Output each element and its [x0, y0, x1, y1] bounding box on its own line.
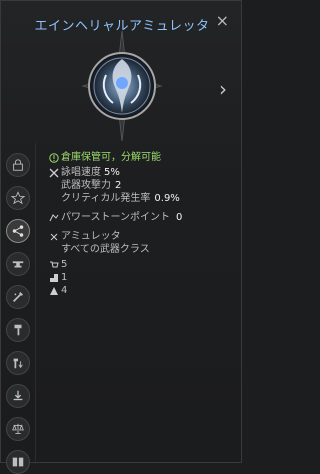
share-icon[interactable] — [6, 219, 30, 243]
next-arrow-icon[interactable]: › — [219, 77, 227, 101]
stack-icon — [49, 273, 59, 283]
value-2: 1 — [61, 272, 68, 283]
weight-icon — [49, 286, 59, 296]
hammer-icon[interactable] — [6, 318, 30, 342]
book-icon[interactable] — [6, 450, 30, 474]
close-button[interactable]: × — [216, 11, 229, 30]
sidebar — [1, 143, 36, 474]
value-1: 5 — [61, 259, 68, 270]
storage-info: 倉庫保管可，分解可能 — [49, 151, 234, 164]
cart-icon — [49, 260, 59, 270]
download-icon[interactable] — [6, 384, 30, 408]
weapon-attack-label: 武器攻撃力 — [61, 180, 111, 191]
value-row-1: 5 — [49, 258, 234, 271]
crit-value: 0.9% — [154, 193, 180, 204]
class-line: すべての武器クラス — [61, 244, 150, 255]
stats-icon — [49, 168, 59, 178]
weapon-attack-row: 武器攻撃力 2 — [61, 179, 234, 192]
powerstone-icon — [49, 213, 59, 223]
upgrade-hammer-icon[interactable] — [6, 351, 30, 375]
lock-icon[interactable] — [6, 153, 30, 177]
value-row-2: 1 — [49, 271, 234, 284]
item-type-row: アミュレッタ — [49, 230, 234, 243]
storage-text: 倉庫保管可，分解可能 — [61, 152, 161, 163]
powerstone-label: パワーストーンポイント — [61, 212, 170, 223]
star-icon[interactable] — [6, 186, 30, 210]
cast-speed-value: 5% — [104, 167, 120, 178]
value-3: 4 — [61, 285, 68, 296]
class-row: すべての武器クラス — [61, 243, 234, 256]
cast-speed-row: 詠唱速度 5% — [49, 166, 234, 179]
anvil-icon[interactable] — [6, 252, 30, 276]
weapon-attack-value: 2 — [115, 180, 122, 191]
value-row-3: 4 — [49, 284, 234, 297]
info-icon — [49, 152, 59, 163]
scale-icon[interactable] — [6, 417, 30, 441]
item-tooltip-window: エインヘリャルアミュレッタ × › 倉庫保管可，分解可能 詠唱速度 5% 武器攻… — [0, 0, 242, 474]
enchant-icon[interactable] — [6, 285, 30, 309]
item-type: アミュレッタ — [61, 231, 121, 242]
powerstone-row: パワーストーンポイント 0 — [49, 211, 234, 224]
crit-label: クリティカル発生率 — [61, 193, 151, 204]
item-emblem — [81, 31, 163, 141]
powerstone-value: 0 — [176, 212, 183, 223]
stats-panel: 倉庫保管可，分解可能 詠唱速度 5% 武器攻撃力 2 クリティカル発生率 0.9… — [49, 151, 234, 297]
amulet-type-icon — [49, 232, 59, 242]
crit-row: クリティカル発生率 0.9% — [61, 192, 234, 205]
cast-speed-label: 詠唱速度 — [61, 167, 101, 178]
